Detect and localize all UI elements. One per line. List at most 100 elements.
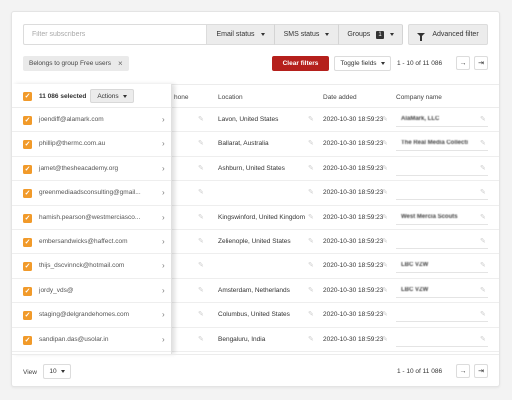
company-field[interactable]: AlaMark, LLC xyxy=(396,112,488,127)
list-item[interactable]: ✓ embersandwicks@haffect.com › xyxy=(12,230,171,255)
company-field[interactable] xyxy=(396,185,488,201)
company-field[interactable] xyxy=(396,234,488,249)
company-field[interactable]: LBC VZW xyxy=(396,258,488,274)
chevron-right-icon[interactable]: › xyxy=(162,115,165,124)
column-header-date-added[interactable]: Date added xyxy=(323,94,357,101)
edit-pencil-icon[interactable]: ✎ xyxy=(382,286,388,294)
edit-pencil-icon[interactable]: ✎ xyxy=(382,188,388,196)
email-status-dropdown[interactable]: Email status xyxy=(207,24,275,45)
edit-pencil-icon[interactable]: ✎ xyxy=(308,261,314,269)
list-item[interactable]: ✓ sandipan.das@usolar.in › xyxy=(12,328,171,352)
edit-pencil-icon[interactable]: ✎ xyxy=(382,139,388,147)
edit-pencil-icon[interactable]: ✎ xyxy=(480,213,486,221)
company-field[interactable]: The Real Media Collecti xyxy=(396,136,488,152)
chevron-right-icon[interactable]: › xyxy=(162,286,165,295)
chevron-right-icon[interactable]: › xyxy=(162,164,165,173)
list-item[interactable]: ✓ phillip@thermc.com.au › xyxy=(12,132,171,157)
chevron-right-icon[interactable]: › xyxy=(162,213,165,222)
subscriber-email[interactable]: joendiff@alamark.com xyxy=(39,116,104,123)
column-header-company[interactable]: Company name xyxy=(396,94,442,101)
edit-pencil-icon[interactable]: ✎ xyxy=(308,115,314,123)
edit-pencil-icon[interactable]: ✎ xyxy=(382,261,388,269)
row-checkbox[interactable]: ✓ xyxy=(23,140,32,150)
row-checkbox[interactable]: ✓ xyxy=(23,262,32,272)
row-checkbox[interactable]: ✓ xyxy=(23,237,32,247)
last-page-button[interactable]: ⇥ xyxy=(474,56,488,70)
list-item[interactable]: ✓ thijs_dscvinnck@hotmail.com › xyxy=(12,254,171,279)
edit-pencil-icon[interactable]: ✎ xyxy=(480,139,486,147)
edit-pencil-icon[interactable]: ✎ xyxy=(308,237,314,245)
column-header-location[interactable]: Location xyxy=(218,94,243,101)
edit-pencil-icon[interactable]: ✎ xyxy=(308,139,314,147)
last-page-button[interactable]: ⇥ xyxy=(474,364,488,378)
edit-pencil-icon[interactable]: ✎ xyxy=(480,115,486,123)
edit-pencil-icon[interactable]: ✎ xyxy=(382,115,388,123)
toggle-fields-button[interactable]: Toggle fields xyxy=(334,56,391,71)
row-checkbox[interactable]: ✓ xyxy=(23,213,32,223)
edit-pencil-icon[interactable]: ✎ xyxy=(480,164,486,172)
advanced-filter-button[interactable]: Advanced filter xyxy=(408,24,488,45)
edit-pencil-icon[interactable]: ✎ xyxy=(198,139,204,147)
list-item[interactable]: ✓ greenmediaadsconsulting@gmail... › xyxy=(12,181,171,206)
page-size-select[interactable]: 10 xyxy=(43,364,71,379)
chevron-right-icon[interactable]: › xyxy=(162,310,165,319)
edit-pencil-icon[interactable]: ✎ xyxy=(198,335,204,343)
edit-pencil-icon[interactable]: ✎ xyxy=(480,261,486,269)
company-field[interactable] xyxy=(396,307,488,323)
chevron-right-icon[interactable]: › xyxy=(162,188,165,197)
subscriber-email[interactable]: thijs_dscvinnck@hotmail.com xyxy=(39,262,124,269)
actions-dropdown[interactable]: Actions xyxy=(90,89,134,103)
subscriber-email[interactable]: staging@delgrandehomes.com xyxy=(39,311,129,318)
edit-pencil-icon[interactable]: ✎ xyxy=(480,286,486,294)
company-field[interactable] xyxy=(396,332,488,347)
select-all-checkbox[interactable]: ✓ xyxy=(23,92,32,101)
row-checkbox[interactable]: ✓ xyxy=(23,286,32,296)
edit-pencil-icon[interactable]: ✎ xyxy=(480,310,486,318)
edit-pencil-icon[interactable]: ✎ xyxy=(308,164,314,172)
row-checkbox[interactable]: ✓ xyxy=(23,164,32,174)
edit-pencil-icon[interactable]: ✎ xyxy=(382,164,388,172)
subscriber-email[interactable]: jordy_vds@ xyxy=(39,287,73,294)
company-field[interactable]: West Mercia Scouts xyxy=(396,210,488,225)
edit-pencil-icon[interactable]: ✎ xyxy=(382,335,388,343)
chevron-right-icon[interactable]: › xyxy=(162,237,165,246)
edit-pencil-icon[interactable]: ✎ xyxy=(382,213,388,221)
subscriber-email[interactable]: greenmediaadsconsulting@gmail... xyxy=(39,189,141,196)
next-page-button[interactable]: → xyxy=(456,364,470,378)
company-field[interactable] xyxy=(396,161,488,176)
edit-pencil-icon[interactable]: ✎ xyxy=(308,213,314,221)
edit-pencil-icon[interactable]: ✎ xyxy=(308,335,314,343)
row-checkbox[interactable]: ✓ xyxy=(23,189,32,199)
edit-pencil-icon[interactable]: ✎ xyxy=(198,261,204,269)
column-header-phone[interactable]: hone xyxy=(174,94,188,101)
groups-dropdown[interactable]: Groups 1 xyxy=(339,24,403,45)
list-item[interactable]: ✓ jamet@thesheacademy.org › xyxy=(12,157,171,182)
edit-pencil-icon[interactable]: ✎ xyxy=(382,310,388,318)
subscriber-email[interactable]: jamet@thesheacademy.org xyxy=(39,165,118,172)
list-item[interactable]: ✓ joendiff@alamark.com › xyxy=(12,108,171,133)
edit-pencil-icon[interactable]: ✎ xyxy=(198,237,204,245)
edit-pencil-icon[interactable]: ✎ xyxy=(198,310,204,318)
edit-pencil-icon[interactable]: ✎ xyxy=(198,164,204,172)
edit-pencil-icon[interactable]: ✎ xyxy=(198,286,204,294)
next-page-button[interactable]: → xyxy=(456,56,470,70)
row-checkbox[interactable]: ✓ xyxy=(23,311,32,321)
chevron-right-icon[interactable]: › xyxy=(162,335,165,344)
subscriber-email[interactable]: sandipan.das@usolar.in xyxy=(39,336,108,343)
edit-pencil-icon[interactable]: ✎ xyxy=(480,335,486,343)
subscriber-email[interactable]: hamish.pearson@westmerciasco... xyxy=(39,214,140,221)
list-item[interactable]: ✓ staging@delgrandehomes.com › xyxy=(12,303,171,328)
edit-pencil-icon[interactable]: ✎ xyxy=(308,310,314,318)
edit-pencil-icon[interactable]: ✎ xyxy=(480,237,486,245)
chevron-right-icon[interactable]: › xyxy=(162,261,165,270)
clear-filters-button[interactable]: Clear filters xyxy=(272,56,329,71)
edit-pencil-icon[interactable]: ✎ xyxy=(198,213,204,221)
sms-status-dropdown[interactable]: SMS status xyxy=(275,24,339,45)
list-item[interactable]: ✓ jordy_vds@ › xyxy=(12,279,171,304)
edit-pencil-icon[interactable]: ✎ xyxy=(308,188,314,196)
edit-pencil-icon[interactable]: ✎ xyxy=(382,237,388,245)
list-item[interactable]: ✓ hamish.pearson@westmerciasco... › xyxy=(12,206,171,230)
company-field[interactable]: LBC VZW xyxy=(396,283,488,298)
row-checkbox[interactable]: ✓ xyxy=(23,335,32,345)
subscriber-email[interactable]: phillip@thermc.com.au xyxy=(39,140,105,147)
